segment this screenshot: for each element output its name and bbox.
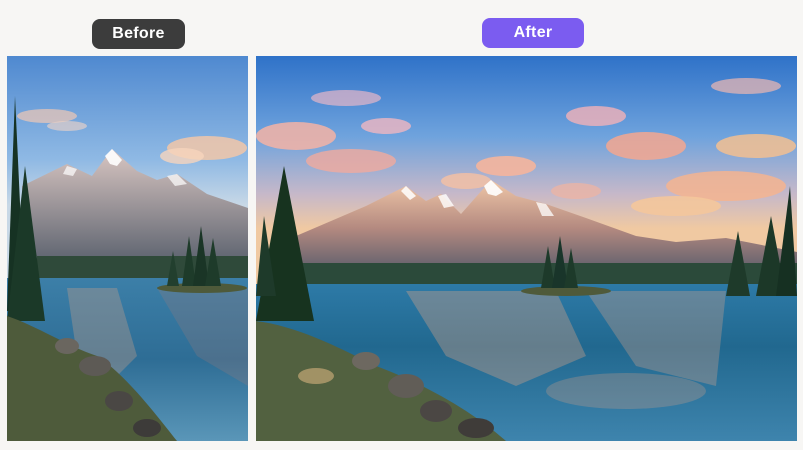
after-label-badge: After — [482, 18, 584, 48]
comparison-divider — [250, 56, 254, 441]
after-landscape-illustration — [256, 56, 797, 441]
before-image — [7, 56, 248, 441]
before-label-badge: Before — [92, 19, 185, 49]
after-image — [256, 56, 797, 441]
before-landscape-illustration — [7, 56, 248, 441]
